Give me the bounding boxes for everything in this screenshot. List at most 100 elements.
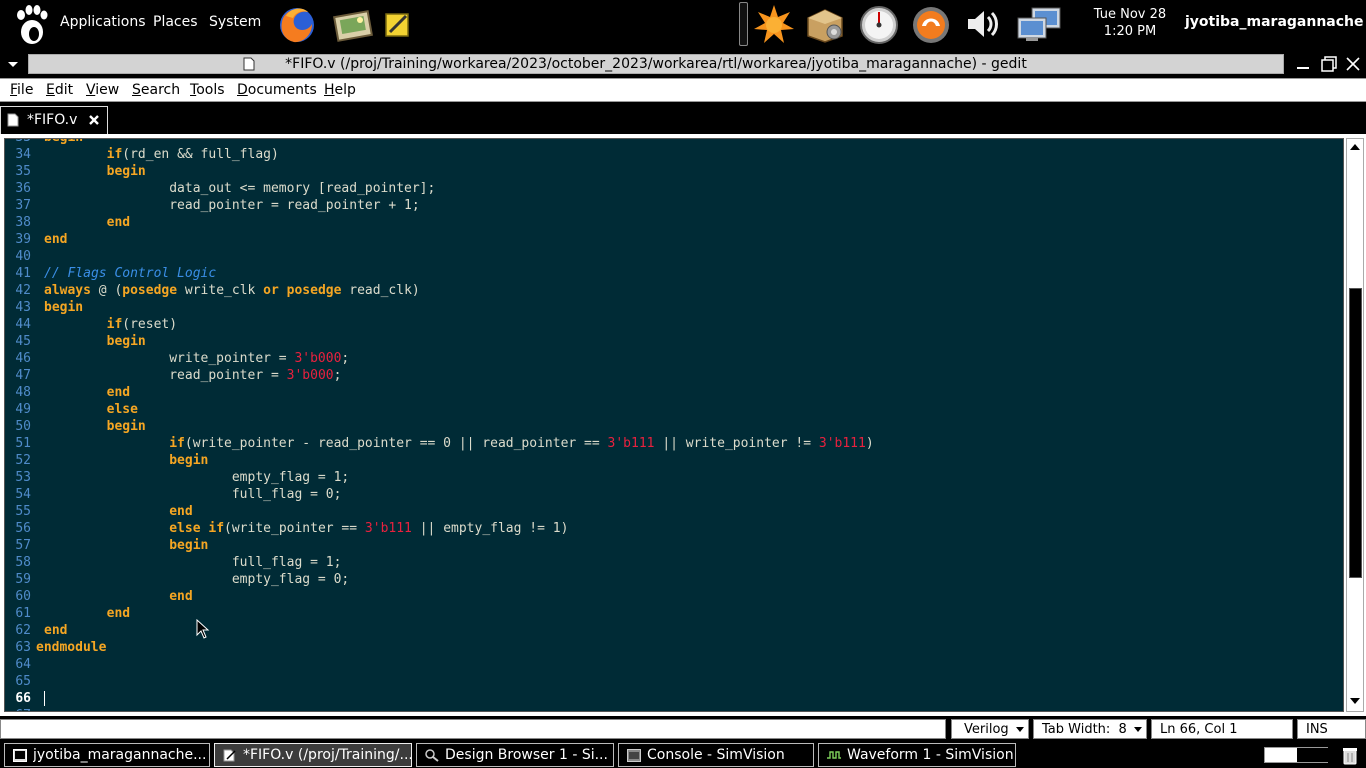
line-number: 47 <box>15 368 31 383</box>
workspace-switcher[interactable] <box>1264 747 1328 763</box>
language-selector[interactable]: Verilog <box>951 719 1029 739</box>
scroll-down-icon[interactable] <box>1349 695 1361 707</box>
keyword-token: always <box>44 283 91 298</box>
code-line[interactable]: 51 if(write_pointer - read_pointer == 0 … <box>5 435 1343 452</box>
image-viewer-icon[interactable] <box>332 4 374 44</box>
code-line[interactable]: 47 read_pointer = 3'b000; <box>5 367 1343 384</box>
line-number: 50 <box>15 419 31 434</box>
code-line[interactable]: 53 empty_flag = 1; <box>5 469 1343 486</box>
code-line[interactable]: 58 full_flag = 1; <box>5 554 1343 571</box>
workspace-2[interactable] <box>1297 748 1328 762</box>
volume-icon[interactable] <box>962 4 1004 44</box>
code-line[interactable]: 46 write_pointer = 3'b000; <box>5 350 1343 367</box>
code-line[interactable]: 34 if(rd_en && full_flag) <box>5 146 1343 163</box>
title-strip[interactable]: *FIFO.v (/proj/Training/workarea/2023/oc… <box>28 54 1284 74</box>
menu-documents[interactable]: Documents <box>237 82 317 98</box>
code-line[interactable]: 40 <box>5 248 1343 265</box>
line-number: 55 <box>15 504 31 519</box>
code-line[interactable]: 50 begin <box>5 418 1343 435</box>
code-line[interactable]: 63 endmodule <box>5 639 1343 656</box>
code-line[interactable]: 56 else if(write_pointer == 3'b111 || em… <box>5 520 1343 537</box>
code-token: read_pointer = read_pointer + 1; <box>44 198 420 213</box>
keyword-token: if <box>169 436 185 451</box>
task-waveform[interactable]: Waveform 1 - SimVision <box>818 743 1016 767</box>
applications-menu[interactable]: Applications <box>60 14 146 30</box>
task-console[interactable]: Console - SimVision <box>618 743 814 767</box>
notes-icon[interactable] <box>382 4 412 44</box>
system-monitor-icon[interactable] <box>858 4 900 44</box>
task-label: jyotiba_maragannache... <box>33 747 207 763</box>
update-notifier-icon[interactable] <box>753 4 795 44</box>
gnome-foot-icon[interactable] <box>12 2 52 46</box>
network-tool-icon[interactable] <box>910 4 952 44</box>
code-line[interactable]: 33 begin <box>5 139 1343 146</box>
code-line[interactable]: 39 end <box>5 231 1343 248</box>
code-line[interactable]: 54 full_flag = 0; <box>5 486 1343 503</box>
clock[interactable]: Tue Nov 28 1:20 PM <box>1082 6 1178 40</box>
task-label: Console - SimVision <box>647 747 785 763</box>
scroll-trough[interactable] <box>1348 155 1362 695</box>
close-window-icon[interactable] <box>1344 55 1362 73</box>
code-line[interactable]: 44 if(reset) <box>5 316 1343 333</box>
code-line[interactable]: 65 <box>5 673 1343 690</box>
scroll-thumb[interactable] <box>1349 288 1362 578</box>
package-manager-icon[interactable] <box>804 4 846 44</box>
code-line[interactable]: 37 read_pointer = read_pointer + 1; <box>5 197 1343 214</box>
code-line[interactable]: 64 <box>5 656 1343 673</box>
tab-width-selector[interactable]: Tab Width: 8 <box>1033 719 1147 739</box>
menu-file[interactable]: File <box>10 82 33 98</box>
minimize-icon[interactable] <box>1294 55 1312 73</box>
code-line[interactable]: 41 // Flags Control Logic <box>5 265 1343 282</box>
code-line[interactable]: 42 always @ (posedge write_clk or posedge… <box>5 282 1343 299</box>
close-tab-icon[interactable] <box>87 113 101 127</box>
panel-separator[interactable] <box>739 2 748 46</box>
menu-search[interactable]: Search <box>132 82 180 98</box>
network-status-icon[interactable] <box>1016 4 1064 44</box>
code-line[interactable]: 52 begin <box>5 452 1343 469</box>
line-number: 53 <box>15 470 31 485</box>
task-design-browser[interactable]: Design Browser 1 - Si... <box>416 743 614 767</box>
code-line[interactable]: 66 <box>5 690 1343 707</box>
code-line[interactable]: 43 begin <box>5 299 1343 316</box>
task-gedit[interactable]: *FIFO.v (/proj/Training/... <box>214 743 412 767</box>
line-number: 37 <box>15 198 31 213</box>
firefox-icon[interactable] <box>276 4 318 44</box>
code-line[interactable]: 45 begin <box>5 333 1343 350</box>
code-line[interactable]: 38 end <box>5 214 1343 231</box>
window-titlebar[interactable]: *FIFO.v (/proj/Training/workarea/2023/oc… <box>0 52 1366 76</box>
vertical-scrollbar[interactable] <box>1346 138 1364 712</box>
code-line[interactable]: 55 end <box>5 503 1343 520</box>
menu-view[interactable]: View <box>86 82 119 98</box>
code-token: (rd_en && full_flag) <box>122 147 279 162</box>
code-line[interactable]: 49 else <box>5 401 1343 418</box>
places-menu[interactable]: Places <box>153 14 198 30</box>
tab-fifo-v[interactable]: *FIFO.v <box>0 106 108 134</box>
maximize-icon[interactable] <box>1320 55 1338 73</box>
keyword-token: begin <box>44 300 84 315</box>
window-menu-icon[interactable] <box>6 57 20 71</box>
code-line[interactable]: 59 empty_flag = 0; <box>5 571 1343 588</box>
system-menu[interactable]: System <box>209 14 261 30</box>
code-token: ; <box>333 368 342 383</box>
code-line[interactable]: 60 end <box>5 588 1343 605</box>
menu-tools[interactable]: Tools <box>190 82 225 98</box>
task-terminal[interactable]: jyotiba_maragannache... <box>4 743 210 767</box>
menu-help-mnemonic: H <box>324 82 335 98</box>
code-line[interactable]: 48 end <box>5 384 1343 401</box>
scroll-up-icon[interactable] <box>1349 141 1361 153</box>
code-line[interactable]: 36 data_out <= memory [read_pointer]; <box>5 180 1343 197</box>
line-number: 46 <box>15 351 31 366</box>
code-line[interactable]: 35 begin <box>5 163 1343 180</box>
menu-help[interactable]: Help <box>324 82 356 98</box>
text-caret <box>44 691 45 706</box>
user-menu[interactable]: jyotiba_maragannache <box>1185 14 1364 30</box>
code-line[interactable]: 57 begin <box>5 537 1343 554</box>
menu-search-mnemonic: S <box>132 82 141 98</box>
trash-icon[interactable] <box>1340 745 1360 765</box>
number-token: 3'b000 <box>294 351 342 366</box>
menu-edit[interactable]: Edit <box>46 82 73 98</box>
code-line[interactable]: 67 <box>5 707 1343 711</box>
